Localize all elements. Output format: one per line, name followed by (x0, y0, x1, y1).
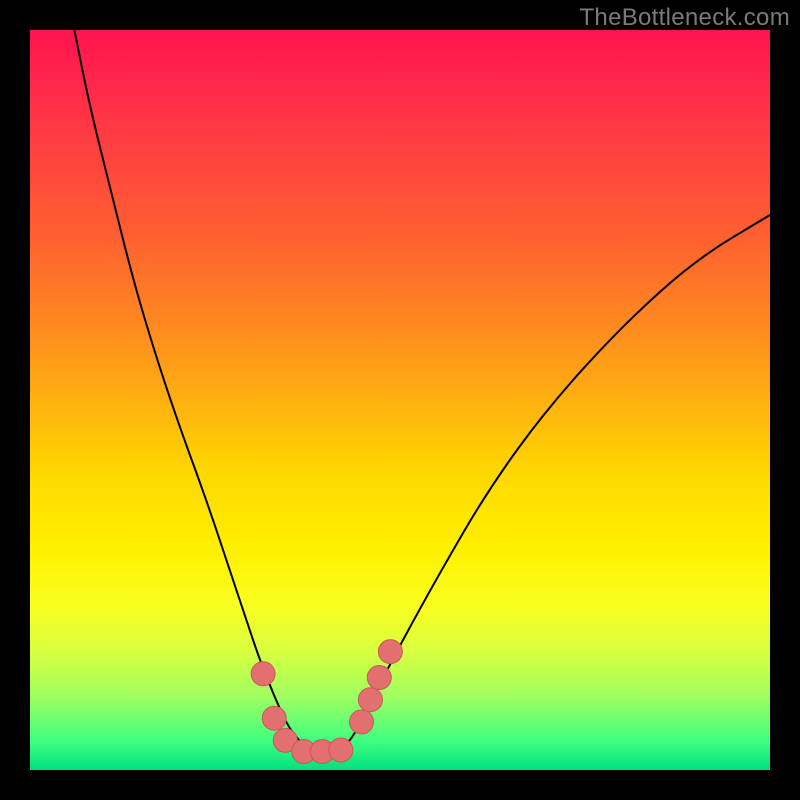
highlight-dot (329, 738, 353, 762)
highlight-dots-group (251, 640, 402, 764)
bottleneck-curve-line (74, 30, 770, 752)
highlight-dot (350, 710, 374, 734)
highlight-dot (358, 688, 382, 712)
watermark-text: TheBottleneck.com (579, 4, 790, 32)
gradient-plot-area (30, 30, 770, 770)
highlight-dot (378, 640, 402, 664)
highlight-dot (251, 662, 275, 686)
highlight-dot (262, 706, 286, 730)
chart-svg (30, 30, 770, 770)
highlight-dot (367, 666, 391, 690)
outer-frame: TheBottleneck.com (0, 0, 800, 800)
